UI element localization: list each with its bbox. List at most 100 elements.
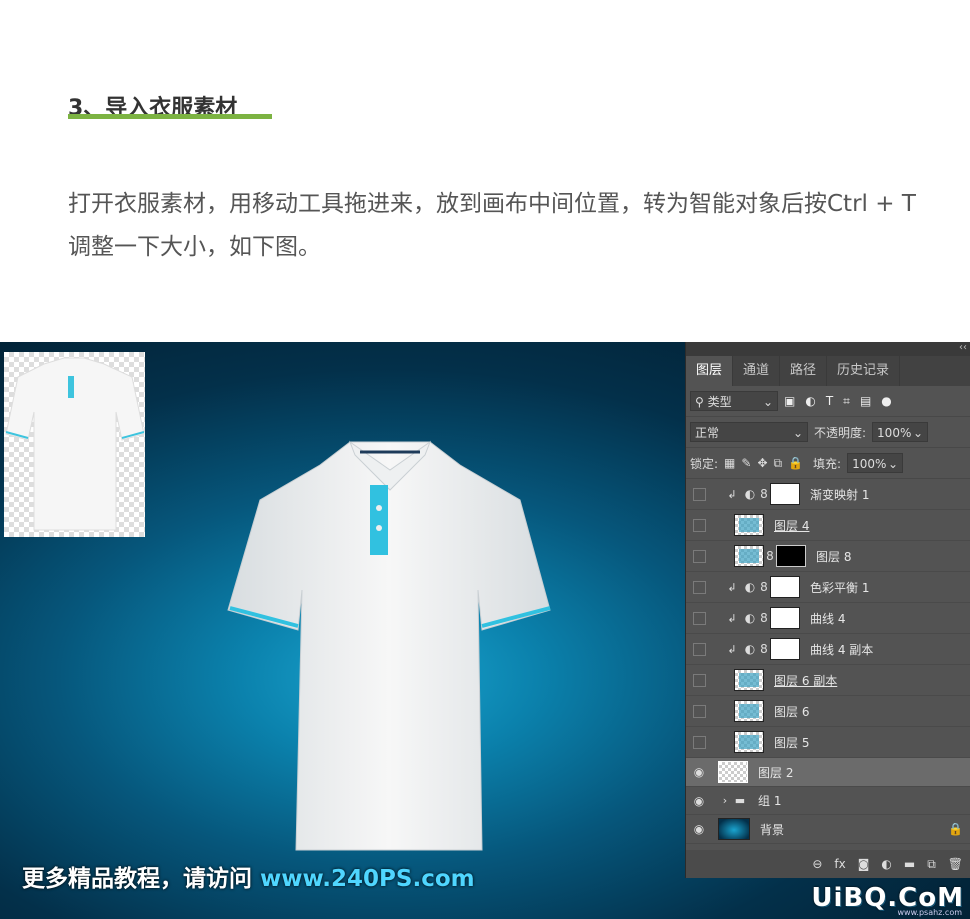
visibility-toggle[interactable] [692, 487, 706, 501]
new-layer-icon[interactable]: ⧉ [927, 857, 936, 872]
lock-artboard-icon[interactable]: ⧉ [774, 456, 783, 471]
link-icon[interactable]: ⊖ [812, 857, 822, 871]
site-logo-sub: www.psahz.com [897, 908, 962, 917]
filter-row: ⚲ 类型 ⌄ ▣ ◐ T ⌗ ▤ ● [686, 386, 970, 417]
tab-layers[interactable]: 图层 [686, 356, 734, 386]
mask-icon[interactable]: ◙ [858, 857, 870, 871]
instruction-paragraph: 打开衣服素材，用移动工具拖进来，放到画布中间位置，转为智能对象后按Ctrl + … [68, 191, 916, 260]
chain-icon: 8 [760, 642, 768, 656]
layer-mask-thumbnail [776, 545, 806, 567]
material-thumbnail [4, 352, 145, 537]
layer-name: 图层 6 副本 [774, 673, 838, 688]
visibility-toggle[interactable] [692, 735, 706, 749]
layer-row[interactable]: 图层 6 [686, 696, 970, 727]
lock-move-icon[interactable]: ✥ [757, 456, 767, 470]
trash-icon[interactable]: 🗑 [948, 857, 963, 871]
clip-arrow-icon: ↲ [727, 580, 737, 594]
layer-name: 曲线 4 [810, 611, 846, 626]
blend-mode-select[interactable]: 正常 ⌄ [690, 422, 808, 442]
lock-row: 锁定: ▦ ✎ ✥ ⧉ 🔒 填充: 100% ⌄ [686, 448, 970, 479]
layer-name: 图层 2 [758, 765, 794, 780]
fx-icon[interactable]: fx [834, 857, 845, 871]
tab-history[interactable]: 历史记录 [827, 356, 901, 386]
visibility-toggle[interactable] [692, 549, 706, 563]
lock-label: 锁定: [690, 456, 719, 471]
chevron-right-icon[interactable]: › [718, 794, 732, 807]
clip-arrow-icon: ↲ [727, 642, 737, 656]
lock-paint-icon[interactable]: ✎ [741, 456, 751, 470]
folder-icon: ▬ [734, 794, 746, 807]
layer-row[interactable]: ↲ ◐ 8 色彩平衡 1 [686, 572, 970, 603]
layer-mask-thumbnail [770, 607, 800, 629]
eye-icon[interactable]: ◉ [694, 765, 704, 779]
layer-row[interactable]: 8 图层 8 [686, 541, 970, 572]
layers-list: ↲ ◐ 8 渐变映射 1 图层 4 8 图层 8 ↲ ◐ 8 色彩平衡 1 ↲ … [686, 479, 970, 844]
chevron-down-icon: ⌄ [792, 426, 803, 440]
layer-thumbnail [734, 700, 764, 722]
search-icon: ⚲ [695, 395, 704, 409]
layer-row[interactable]: 图层 5 [686, 727, 970, 758]
layer-mask-thumbnail [770, 483, 800, 505]
visibility-toggle[interactable] [692, 673, 706, 687]
image-filter-icon[interactable]: ▣ [784, 394, 795, 409]
adjustment-icon[interactable]: ◐ [881, 857, 891, 871]
layer-row[interactable]: ↲ ◐ 8 曲线 4 [686, 603, 970, 634]
layer-name: 曲线 4 副本 [810, 642, 874, 657]
layer-mask-thumbnail [770, 638, 800, 660]
layer-row[interactable]: ◉ 背景 🔒 [686, 815, 970, 844]
layer-row[interactable]: 图层 6 副本 [686, 665, 970, 696]
watermark-url[interactable]: www.240PS.com [260, 866, 475, 892]
lock-transparent-icon[interactable]: ▦ [724, 456, 735, 470]
layer-thumbnail [718, 818, 750, 840]
adjustment-icon: ◐ [744, 580, 756, 594]
visibility-toggle[interactable] [692, 580, 706, 594]
visibility-toggle[interactable] [692, 704, 706, 718]
layer-row[interactable]: 图层 4 [686, 510, 970, 541]
layer-row-selected[interactable]: ◉ 图层 2 [686, 758, 970, 787]
lock-icon: 🔒 [948, 822, 963, 836]
visibility-toggle[interactable] [692, 611, 706, 625]
chain-icon: 8 [766, 549, 774, 563]
filter-toggle-icon[interactable]: ● [881, 394, 891, 409]
layer-row[interactable]: ↲ ◐ 8 渐变映射 1 [686, 479, 970, 510]
layer-name: 组 1 [758, 794, 782, 808]
blend-row: 正常 ⌄ 不透明度: 100% ⌄ [686, 417, 970, 448]
visibility-toggle[interactable] [692, 642, 706, 656]
layers-panel: ‹‹ 图层 通道 路径 历史记录 ⚲ 类型 ⌄ ▣ ◐ T ⌗ ▤ ● 正常⌄ [685, 342, 970, 878]
layer-thumbnail [718, 761, 748, 783]
tab-channels[interactable]: 通道 [733, 356, 781, 386]
layer-name: 图层 4 [774, 518, 810, 533]
opacity-label: 不透明度: [814, 425, 867, 440]
folder-icon[interactable]: ▬ [904, 857, 915, 871]
chain-icon: 8 [760, 611, 768, 625]
layer-name: 图层 5 [774, 735, 810, 750]
heading-underline [68, 114, 272, 119]
tab-paths[interactable]: 路径 [780, 356, 828, 386]
layer-row[interactable]: ↲ ◐ 8 曲线 4 副本 [686, 634, 970, 665]
visibility-toggle[interactable] [692, 518, 706, 532]
watermark-prefix: 更多精品教程，请访问 [22, 866, 261, 892]
eye-icon[interactable]: ◉ [694, 794, 704, 808]
layer-name: 色彩平衡 1 [810, 580, 870, 595]
fill-field[interactable]: 100% ⌄ [847, 453, 904, 473]
layer-name: 图层 6 [774, 704, 810, 719]
text-filter-icon[interactable]: T [826, 394, 833, 409]
adjustment-icon: ◐ [744, 642, 756, 656]
filter-select[interactable]: ⚲ 类型 ⌄ [690, 391, 778, 411]
layer-thumbnail [734, 514, 764, 536]
collapse-icon[interactable]: ‹‹ [959, 342, 967, 353]
lock-all-icon[interactable]: 🔒 [788, 456, 803, 470]
eye-icon[interactable]: ◉ [694, 822, 704, 836]
layer-name: 背景 [760, 822, 785, 837]
chevron-down-icon: ⌄ [912, 426, 924, 440]
layer-thumbnail [734, 669, 764, 691]
layer-mask-thumbnail [770, 576, 800, 598]
chain-icon: 8 [760, 487, 768, 501]
smart-object-filter-icon[interactable]: ▤ [860, 394, 871, 409]
shape-filter-icon[interactable]: ⌗ [843, 394, 850, 409]
layer-name: 渐变映射 1 [810, 487, 870, 502]
fill-label: 填充: [813, 456, 842, 471]
adjustment-filter-icon[interactable]: ◐ [805, 394, 815, 409]
layer-row[interactable]: ◉ › ▬ 组 1 [686, 787, 970, 815]
opacity-field[interactable]: 100% ⌄ [872, 422, 929, 442]
